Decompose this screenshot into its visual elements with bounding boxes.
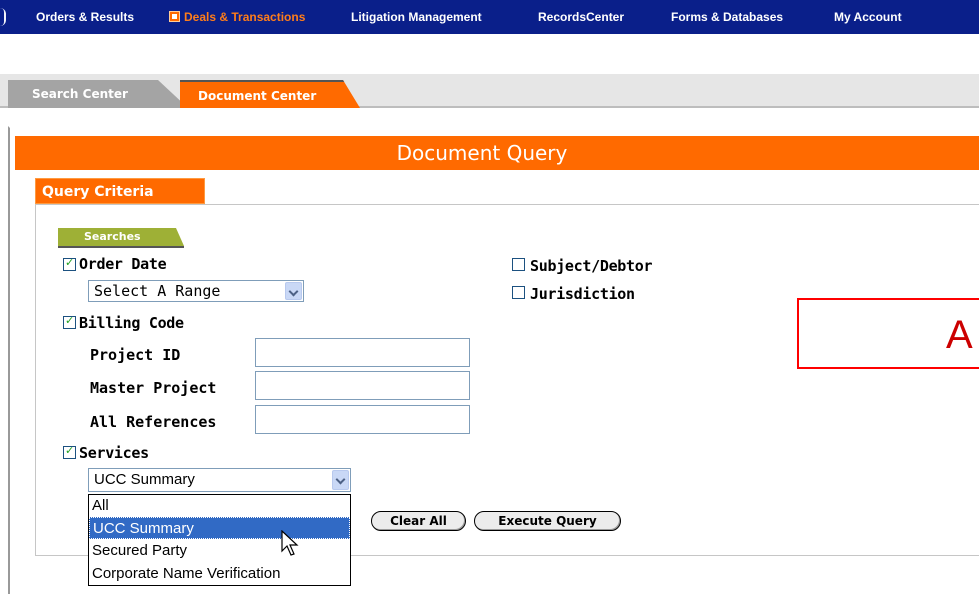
services-option-secured-party[interactable]: Secured Party (89, 540, 350, 562)
nav-my-account[interactable]: My Account (834, 0, 902, 34)
services-checkbox[interactable] (63, 444, 76, 459)
deals-badge-icon (169, 11, 180, 22)
master-project-input[interactable] (255, 371, 470, 400)
master-project-label: Master Project (90, 379, 217, 397)
services-dropdown-list: All UCC Summary Secured Party Corporate … (88, 494, 351, 586)
searches-tab-underline (58, 246, 184, 248)
order-date-range-select[interactable]: Select A Range (88, 280, 304, 302)
order-date-checkbox[interactable] (63, 256, 76, 271)
billing-code-label: Billing Code (79, 314, 184, 332)
page-title: Document Query (15, 136, 979, 170)
nav-litigation-management[interactable]: Litigation Management (351, 0, 482, 34)
execute-query-button[interactable]: Execute Query (474, 511, 621, 531)
services-option-corporate-name-verification[interactable]: Corporate Name Verification (89, 563, 350, 585)
query-criteria-tab: Query Criteria (35, 178, 205, 204)
tab-search-center[interactable]: Search Center (8, 80, 188, 108)
subject-debtor-checkbox[interactable] (512, 258, 525, 271)
all-references-label: All References (90, 413, 217, 431)
tab-document-center[interactable]: Document Center (180, 80, 360, 108)
searches-tab[interactable]: Searches (58, 228, 184, 246)
nav-deals-transactions[interactable]: Deals & Transactions (169, 0, 305, 34)
nav-records-center[interactable]: RecordsCenter (538, 0, 624, 34)
project-id-input[interactable] (255, 338, 470, 367)
nav-left-edge-inner (0, 8, 4, 26)
services-select[interactable]: UCC Summary (88, 468, 351, 492)
services-selected-value: UCC Summary (94, 471, 195, 488)
nav-forms-databases[interactable]: Forms & Databases (671, 0, 783, 34)
services-option-ucc-summary[interactable]: UCC Summary (89, 517, 350, 539)
order-date-label: Order Date (79, 255, 167, 273)
top-navigation-bar (0, 0, 979, 34)
annotation-label: A (946, 313, 973, 357)
all-references-input[interactable] (255, 405, 470, 434)
jurisdiction-checkbox[interactable] (512, 286, 525, 299)
jurisdiction-label: Jurisdiction (530, 285, 635, 303)
nav-deals-label: Deals & Transactions (184, 10, 306, 24)
mouse-pointer-icon (281, 530, 299, 556)
subject-debtor-label: Subject/Debtor (530, 257, 653, 275)
chevron-down-icon (332, 470, 349, 490)
project-id-label: Project ID (90, 346, 181, 364)
order-date-range-value: Select A Range (94, 282, 221, 300)
chevron-down-icon (285, 282, 302, 300)
billing-code-checkbox[interactable] (63, 314, 76, 329)
services-label: Services (79, 444, 149, 462)
nav-orders-results[interactable]: Orders & Results (36, 0, 134, 34)
clear-all-button[interactable]: Clear All (371, 511, 466, 531)
services-option-all[interactable]: All (89, 495, 350, 517)
